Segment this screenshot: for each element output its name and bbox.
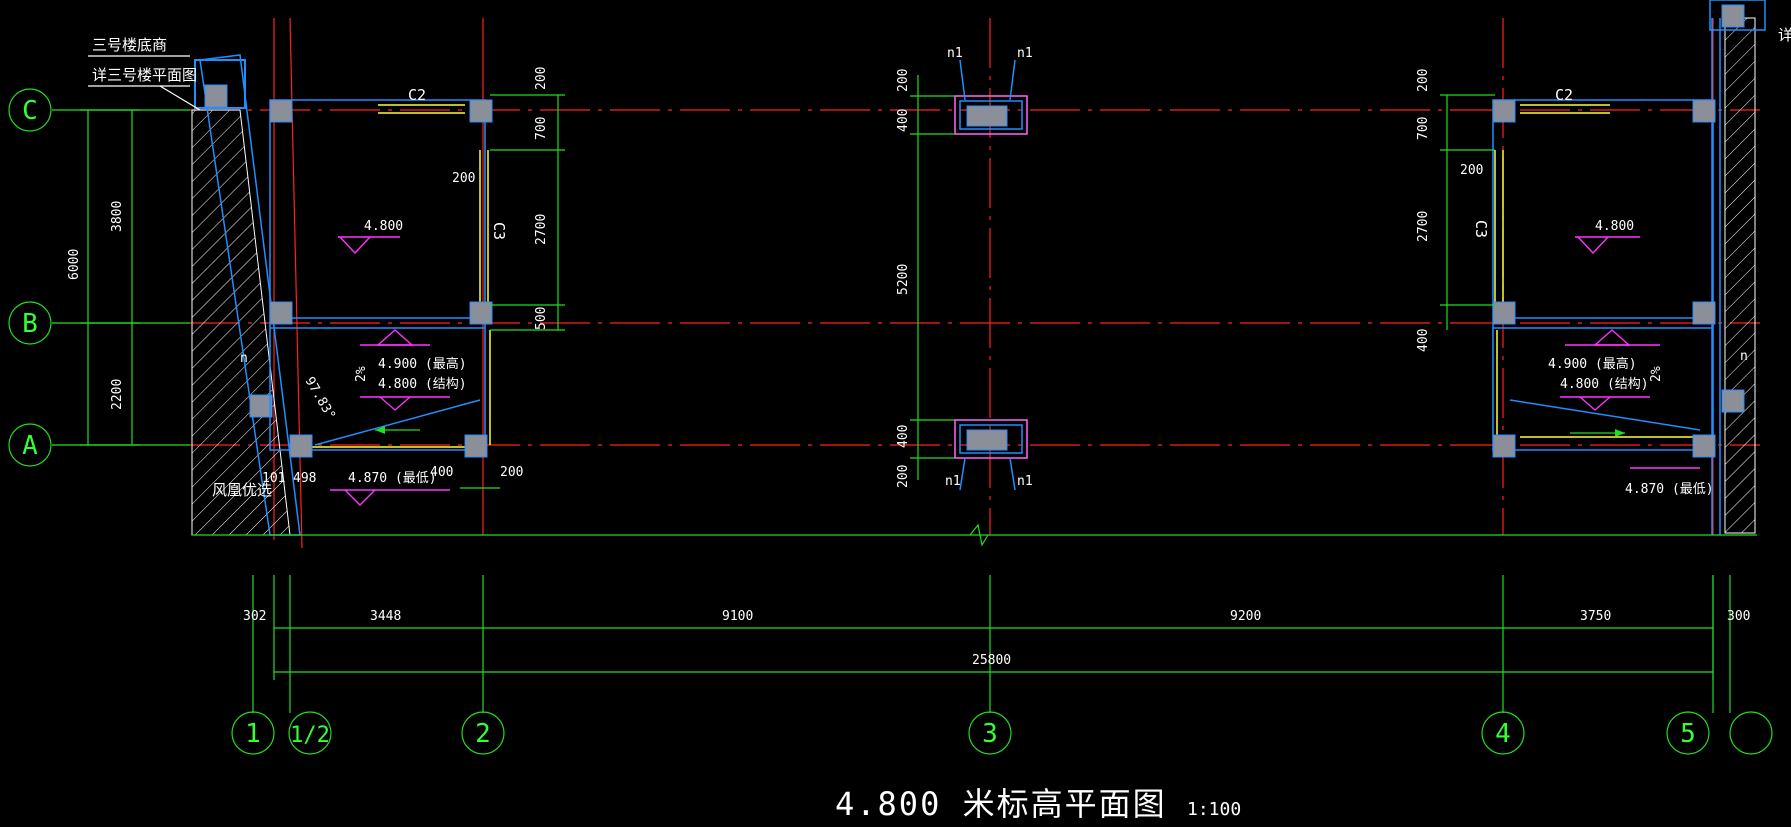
axis-label-5: 5: [1680, 719, 1696, 749]
bottom-dimension-row: 302 3448 9100 9200 3750 300 25800: [243, 575, 1750, 680]
dim-b-5: 300: [1727, 609, 1750, 624]
dim-b-0: 302: [243, 609, 266, 624]
elev-low-left: 4.870 (最低): [348, 471, 437, 486]
axis-bubble-1-2: 1/2: [288, 711, 332, 755]
dim-c-0: 200: [896, 69, 911, 92]
axis-label-4: 4: [1495, 719, 1511, 749]
label-n-right: n: [1740, 349, 1748, 364]
axis-bubble-4: 4: [1481, 711, 1525, 755]
dim-lr-0: 200: [534, 67, 549, 90]
slope-left: 2%: [354, 366, 369, 382]
note-see-plan: 详三号楼平面图: [92, 66, 197, 84]
center-dimensions: 200 400 5200 400 200: [896, 69, 955, 488]
label-c2-left: C2: [408, 86, 426, 104]
axis-bubble-3: 3: [968, 711, 1012, 755]
angle-left: 97.83°: [302, 375, 338, 423]
elev-struct-left: 4.800 (结构): [378, 377, 467, 392]
elev-room-left: 4.800: [364, 219, 403, 234]
axis-label-B: B: [22, 309, 38, 339]
right-room-dimensions: 200 700 200 2700 400: [1416, 69, 1495, 352]
dim-rr-3: 2700: [1416, 211, 1431, 242]
label-n1-br: n1: [1017, 474, 1033, 489]
dim-c-3: 400: [896, 425, 911, 448]
dim-c-2: 5200: [896, 264, 911, 295]
axis-leaders: [52, 109, 1731, 713]
dim-c-1: 400: [896, 109, 911, 132]
axis-bubble-1: 1: [231, 711, 275, 755]
label-c2-right: C2: [1555, 86, 1573, 104]
elev-room-right: 4.800: [1595, 219, 1634, 234]
dim-b-4: 3750: [1580, 609, 1611, 624]
grid-lines-horizontal: [190, 109, 1760, 446]
dim-left-inner-1: 2200: [110, 379, 125, 410]
label-c3-left: C3: [490, 222, 508, 240]
left-room: [269, 99, 493, 458]
dim-lr-h-4: 498: [293, 471, 316, 486]
axis-bubble-5: 5: [1666, 711, 1710, 755]
left-dimension-chain: 6000 3800 2200: [67, 109, 140, 446]
label-n1-bl: n1: [945, 474, 961, 489]
axis-label-A: A: [22, 431, 38, 461]
axis-bubble-C: C: [8, 88, 52, 132]
axis-bubble-B: B: [8, 301, 52, 345]
label-n-left: n: [240, 351, 248, 366]
axis-label-1: 1: [245, 719, 261, 749]
left-boundary-wall: [191, 54, 301, 536]
label-c3-right: C3: [1472, 220, 1490, 238]
dim-c-4: 200: [896, 465, 911, 488]
note-wind: 风凰优选: [212, 481, 272, 499]
label-n1-tl: n1: [947, 46, 963, 61]
dim-total: 25800: [972, 653, 1011, 668]
center-column-top: [954, 59, 1028, 135]
note-see-right: 详: [1778, 26, 1791, 44]
elevation-right-roof: 4.900 (最高) 4.800 (结构) 2% 4.870 (最低): [1548, 329, 1714, 497]
scale-text: 1:100: [1187, 799, 1241, 820]
axis-bubble-2: 2: [461, 711, 505, 755]
notes: 三号楼底商 详三号楼平面图 详 风凰优选: [88, 26, 1791, 499]
dim-left-outer: 6000: [67, 249, 82, 280]
elevation-right-room: 4.800: [1575, 219, 1640, 255]
dim-rr-0: 200: [1416, 69, 1431, 92]
elev-struct-right: 4.800 (结构): [1560, 377, 1649, 392]
dim-lr-3: 500: [534, 307, 549, 330]
axis-label-C: C: [22, 96, 38, 126]
note-building3-shop: 三号楼底商: [92, 36, 167, 54]
elev-top-left: 4.900 (最高): [378, 356, 467, 372]
dim-rr-2: 200: [1460, 163, 1483, 178]
dim-lr-2: 2700: [534, 214, 549, 245]
dim-left-inner-0: 3800: [110, 201, 125, 232]
axis-label-1-2: 1/2: [290, 723, 330, 748]
dim-lr-h-2: 200: [500, 465, 523, 480]
grid-lines-vertical: [273, 17, 1714, 549]
elev-low-right: 4.870 (最低): [1625, 482, 1714, 497]
right-boundary-wall: [1709, 0, 1766, 535]
elev-top-right: 4.900 (最高): [1548, 356, 1637, 372]
axis-label-3: 3: [982, 719, 998, 749]
dim-lr-h-0: 200: [452, 171, 475, 186]
dim-b-1: 3448: [370, 609, 401, 624]
label-n1-tr: n1: [1017, 46, 1033, 61]
slope-right: 2%: [1649, 366, 1664, 382]
axis-bubble-empty: [1729, 711, 1773, 755]
dim-rr-1: 700: [1416, 117, 1431, 140]
left-room-dimensions: 200 700 2700 500 200 400 200 101 498: [262, 67, 565, 489]
drawing-title: 4.800 米标高平面图 1:100: [835, 785, 1241, 823]
elevation-left-room: 4.800: [338, 219, 403, 255]
axis-label-2: 2: [475, 719, 491, 749]
right-room: [1492, 99, 1716, 458]
dim-lr-1: 700: [534, 117, 549, 140]
floor-plan-drawing: C B A 1 1/2 2 3 4 5 6000 3800 2200 200 7…: [8, 0, 1791, 823]
axis-bubble-A: A: [8, 423, 52, 467]
title-text: 4.800 米标高平面图: [835, 785, 1167, 823]
dim-b-2: 9100: [722, 609, 753, 624]
dim-rr-4: 400: [1416, 329, 1431, 352]
dim-b-3: 9200: [1230, 609, 1261, 624]
